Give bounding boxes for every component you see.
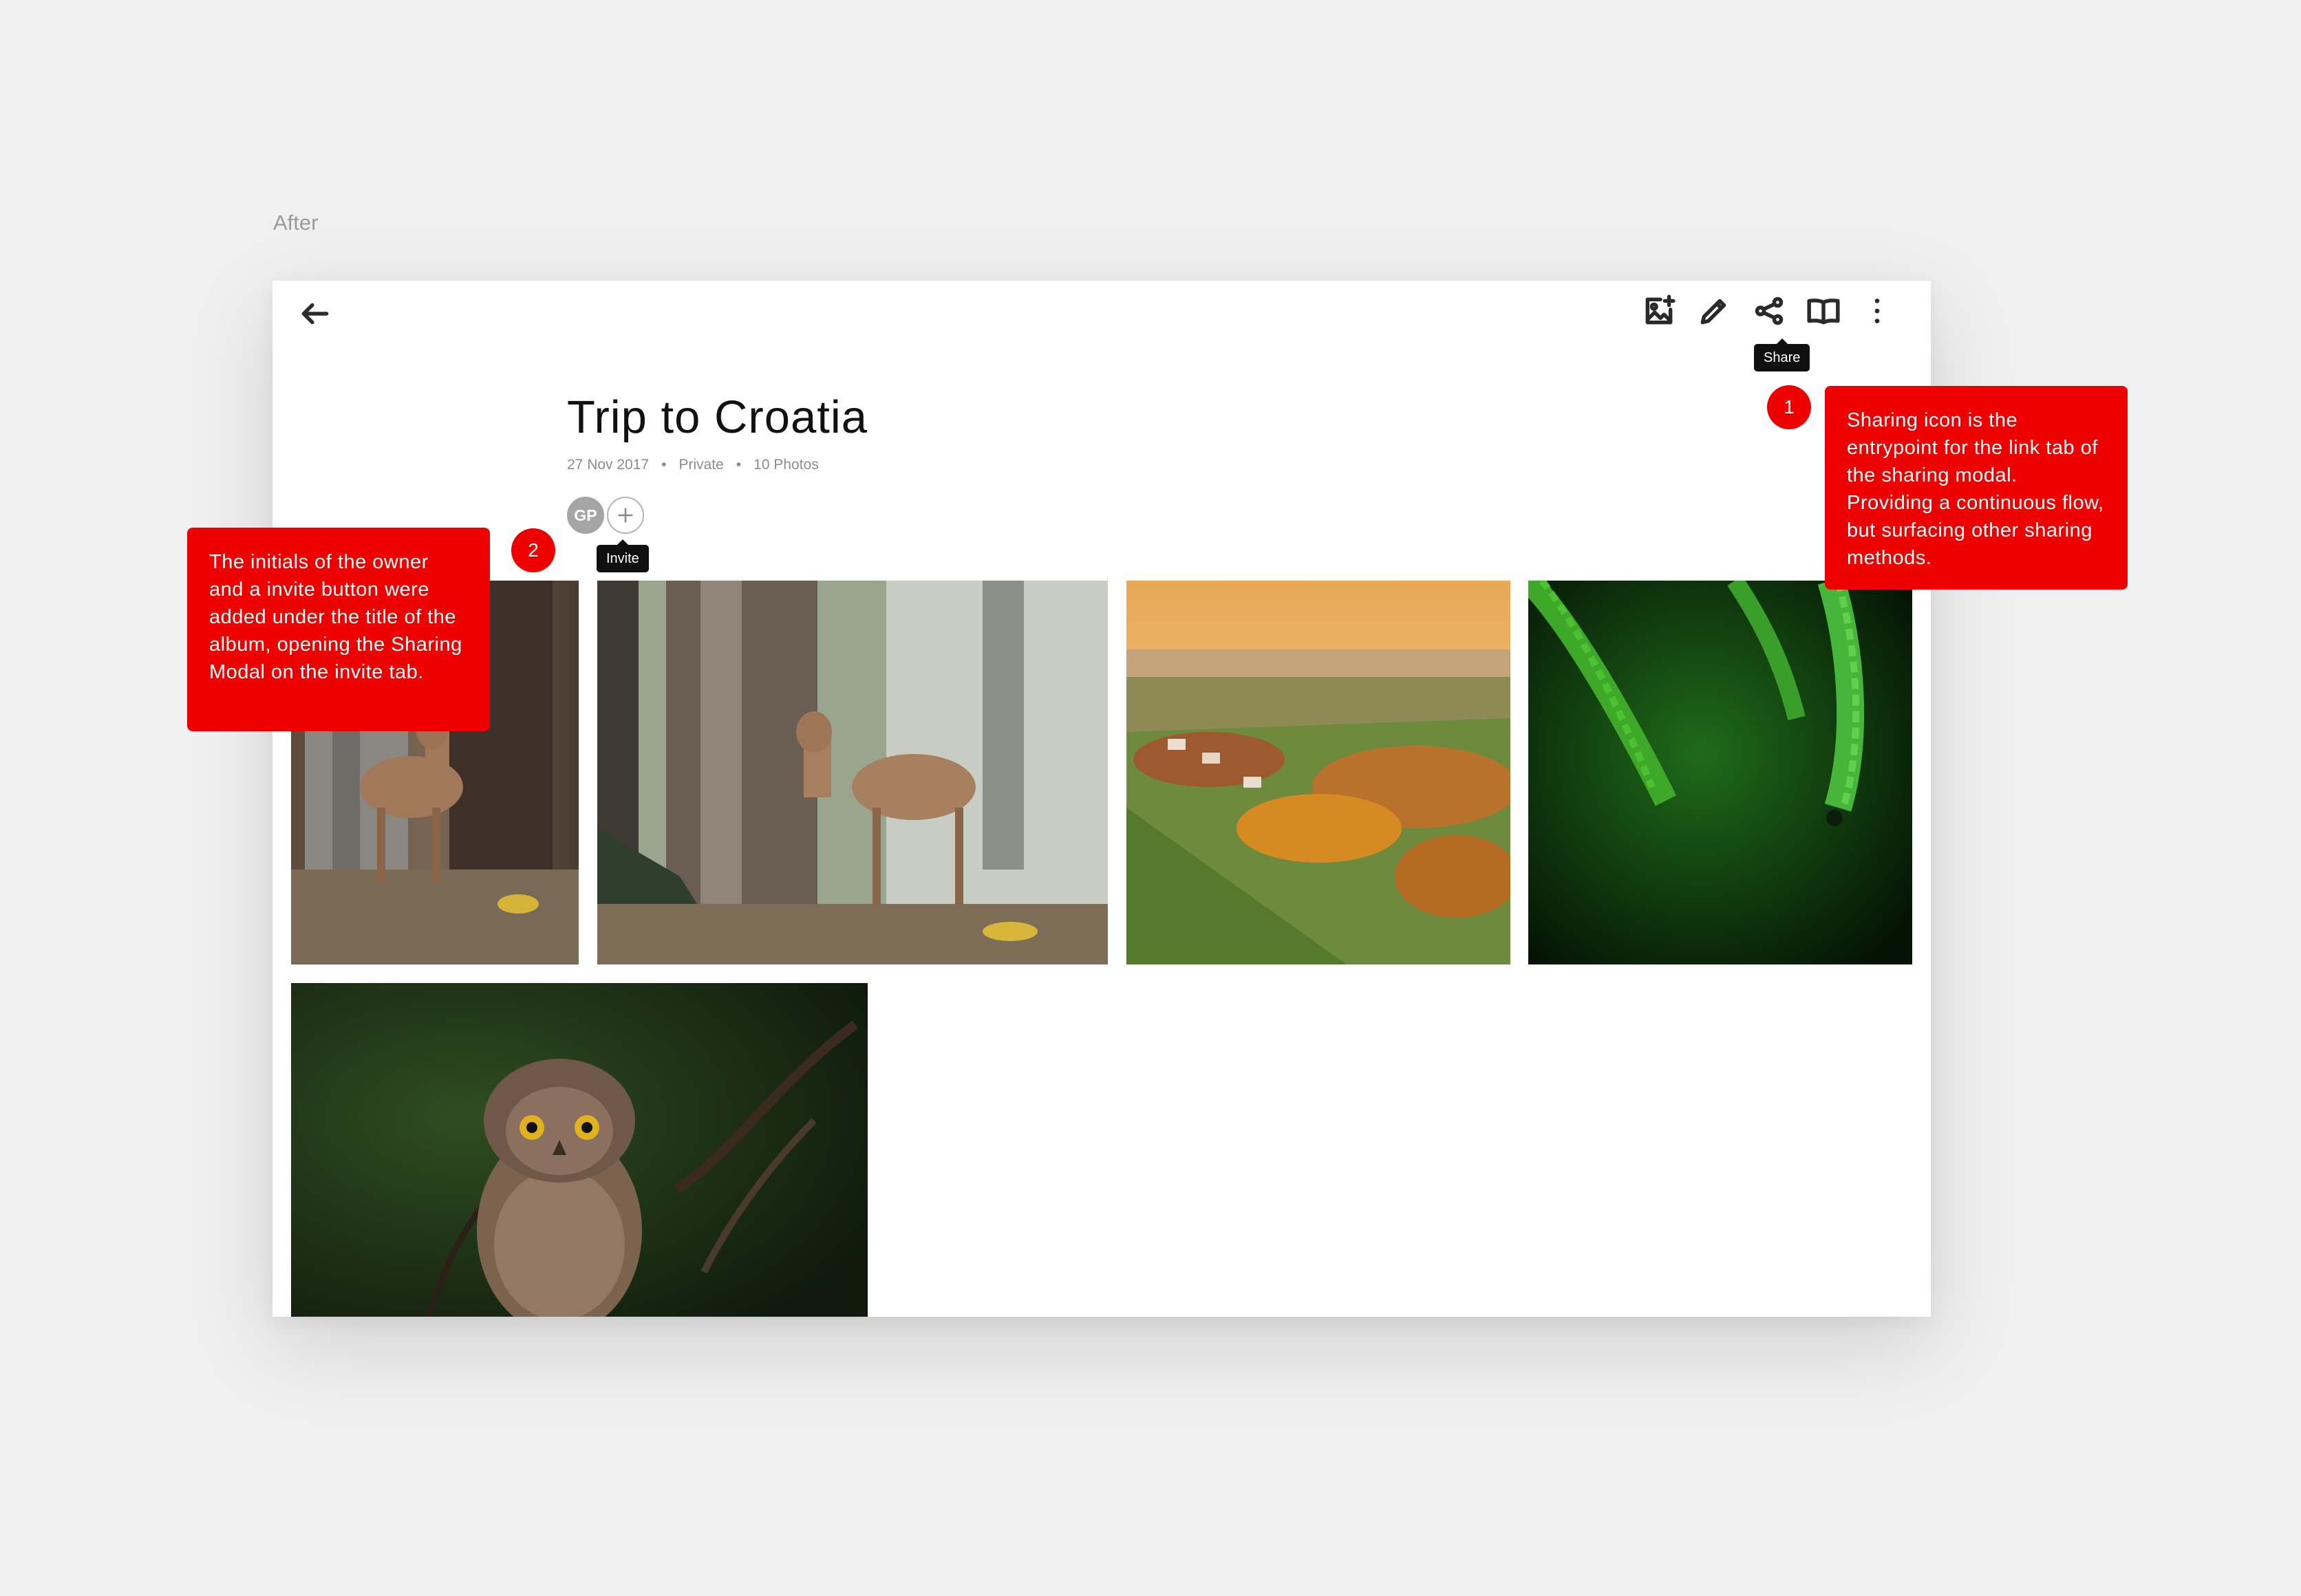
photo-deer-2[interactable] <box>597 581 1108 964</box>
book-icon <box>1807 299 1840 325</box>
meta-separator: • <box>736 457 742 473</box>
deer-photo <box>597 581 1108 964</box>
landscape-photo <box>1126 581 1510 964</box>
plus-icon <box>618 508 633 523</box>
photo-village-landscape[interactable] <box>1126 581 1510 964</box>
more-vertical-icon <box>1874 299 1880 323</box>
arrow-left-icon <box>301 303 329 325</box>
album-window: Share Trip to Croatia 27 Nov 2017 • Privat… <box>272 281 1931 1317</box>
owl-photo <box>291 983 868 1317</box>
annotation-badge-2: 2 <box>511 528 555 572</box>
invite-button[interactable] <box>607 497 644 534</box>
book-view-button[interactable] <box>1801 289 1845 333</box>
add-photo-icon <box>1645 294 1676 325</box>
meta-separator: • <box>661 457 667 473</box>
back-button[interactable] <box>293 292 337 336</box>
photo-owl[interactable] <box>291 983 868 1317</box>
add-photo-button[interactable] <box>1637 289 1681 333</box>
more-button[interactable] <box>1855 289 1899 333</box>
page-label: After <box>273 211 319 235</box>
album-date: 27 Nov 2017 <box>567 457 650 473</box>
album-privacy: Private <box>678 457 724 473</box>
share-button[interactable] <box>1747 289 1791 333</box>
annotation-note-1: Sharing icon is the entrypoint for the l… <box>1825 386 2128 590</box>
invite-tooltip: Invite <box>597 539 649 572</box>
owner-avatar[interactable]: GP <box>567 497 604 534</box>
album-title: Trip to Croatia <box>567 391 868 443</box>
share-icon <box>1755 296 1784 325</box>
photo-fern-leaves[interactable] <box>1528 581 1912 964</box>
pencil-icon <box>1700 299 1726 325</box>
fern-photo <box>1528 581 1912 964</box>
edit-button[interactable] <box>1692 289 1736 333</box>
album-photo-count: 10 Photos <box>753 457 819 473</box>
annotation-note-2: The initials of the owner and a invite b… <box>187 528 490 731</box>
share-tooltip: Share <box>1754 338 1810 371</box>
album-meta: 27 Nov 2017 • Private • 10 Photos <box>567 457 819 473</box>
annotation-badge-1: 1 <box>1767 385 1811 429</box>
